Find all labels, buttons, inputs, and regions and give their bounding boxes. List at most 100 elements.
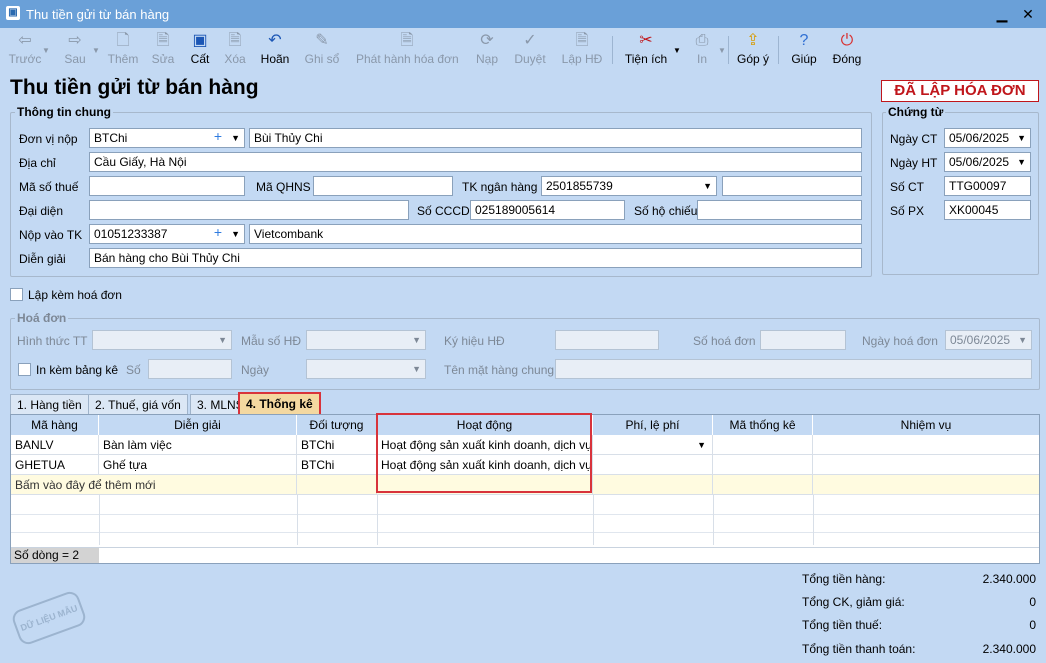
add-row-label[interactable]: Bấm vào đây để thêm mới (11, 475, 297, 495)
cell-object[interactable]: BTChi (297, 455, 377, 475)
list-no-input[interactable] (148, 359, 232, 379)
invoice-template-select[interactable]: ▼ (306, 330, 426, 350)
print-button[interactable]: ⎙ In (688, 30, 716, 70)
add-button[interactable]: 🗋 Thêm (106, 30, 140, 70)
edit-button[interactable]: 🗎 Sửa (150, 30, 176, 70)
cell-fee[interactable] (593, 455, 713, 475)
bank-account-select[interactable]: 2501855739 ▼ (541, 176, 717, 196)
close-button[interactable]: ⏻ Đóng (830, 30, 864, 70)
print-list-checkbox[interactable] (18, 363, 31, 376)
tax-code-input[interactable] (89, 176, 245, 196)
total-payment-label: Tổng tiền thanh toán: (802, 642, 916, 656)
printer-icon: ⎙ (695, 32, 709, 49)
date-ht-input[interactable]: 05/06/2025 ▼ (944, 152, 1031, 172)
plus-icon[interactable]: + (214, 225, 222, 239)
deposit-bank-input[interactable]: Vietcombank (249, 224, 862, 244)
delete-button[interactable]: 🗎 Xóa (220, 30, 250, 70)
undo-button[interactable]: ↶ Hoãn (258, 30, 292, 70)
invoice-date-input[interactable]: 05/06/2025 ▼ (945, 330, 1032, 350)
toolbar: ⇦ Trước ▼ ⇨ Sau ▼ 🗋 Thêm 🗎 Sửa ▣ Cất 🗎 Xóa ↶ Ho… (0, 28, 1046, 72)
page-title: Thu tiền gửi từ bán hàng (10, 76, 259, 99)
feedback-button[interactable]: ⇪ Góp ý (736, 30, 770, 70)
qhns-input[interactable] (313, 176, 453, 196)
close-window-button[interactable]: ✕ (1016, 4, 1040, 24)
column-header[interactable]: Nhiệm vụ (813, 415, 1039, 435)
column-header[interactable]: Phí, lệ phí (593, 415, 713, 435)
chevron-down-icon[interactable]: ▼ (231, 227, 240, 241)
chevron-down-icon[interactable]: ▼ (1017, 131, 1026, 145)
chevron-down-icon[interactable]: ▼ (412, 362, 421, 376)
prev-button[interactable]: ⇦ Trước (8, 30, 42, 70)
issue-invoice-button[interactable]: 🗎 Phát hành hóa đơn (356, 30, 459, 70)
total-discount-value: 0 (1029, 595, 1036, 609)
chevron-down-icon[interactable]: ▼ (673, 46, 681, 55)
cell-stat-code[interactable] (713, 435, 813, 455)
date-ct-input[interactable]: 05/06/2025 ▼ (944, 128, 1031, 148)
cell-desc[interactable]: Ghế tựa (99, 455, 297, 475)
tax-code-label: Mã số thuế (19, 180, 79, 194)
general-info-title: Thông tin chung (15, 105, 113, 119)
payment-method-select[interactable]: ▼ (92, 330, 232, 350)
payer-code-input[interactable]: BTChi + ▼ (89, 128, 245, 148)
attach-invoice-checkbox[interactable] (10, 288, 23, 301)
invoice-icon: 🗎 (400, 32, 414, 49)
empty-cell (297, 475, 377, 495)
chevron-down-icon[interactable]: ▼ (1018, 333, 1027, 347)
utilities-button[interactable]: ✂ Tiện ích (622, 30, 670, 70)
cell-code[interactable]: GHETUA (11, 455, 99, 475)
tab-items[interactable]: 1. Hàng tiền (10, 394, 89, 414)
chevron-down-icon[interactable]: ▼ (1017, 155, 1026, 169)
chevron-down-icon[interactable]: ▼ (218, 333, 227, 347)
address-input[interactable]: Cầu Giấy, Hà Nội (89, 152, 862, 172)
undo-icon: ↶ (268, 32, 282, 49)
tab-tax-cost[interactable]: 2. Thuế, giá vốn (88, 394, 188, 414)
list-date-select[interactable]: ▼ (306, 359, 426, 379)
next-button[interactable]: ⇨ Sau (60, 30, 90, 70)
column-header[interactable]: Đối tượng (297, 415, 377, 435)
minimize-button[interactable]: ▁ (990, 4, 1014, 24)
export-no-input[interactable]: XK00045 (944, 200, 1031, 220)
tab-statistics[interactable]: 4. Thống kê (238, 392, 321, 416)
post-button[interactable]: ✎ Ghi sổ (304, 30, 340, 70)
payment-method-label: Hình thức TT (17, 334, 88, 348)
chevron-down-icon[interactable]: ▼ (92, 46, 100, 55)
cell-object[interactable]: BTChi (297, 435, 377, 455)
reload-button[interactable]: ⟳ Nạp (472, 30, 502, 70)
cell-desc[interactable]: Bàn làm việc (99, 435, 297, 455)
list-date-label: Ngày (241, 363, 270, 377)
cccd-input[interactable]: 025189005614 (470, 200, 625, 220)
invoice-number-input[interactable] (760, 330, 846, 350)
chevron-down-icon[interactable]: ▼ (412, 333, 421, 347)
cell-stat-code[interactable] (713, 455, 813, 475)
save-button[interactable]: ▣ Cất (186, 30, 214, 70)
invoice-symbol-input[interactable] (555, 330, 659, 350)
payer-name-input[interactable]: Bùi Thủy Chi (249, 128, 862, 148)
column-header[interactable]: Diễn giải (99, 415, 297, 435)
bank-account-label: TK ngân hàng (462, 180, 538, 194)
goods-name-input[interactable] (555, 359, 1032, 379)
cell-fee[interactable]: ▼ (593, 435, 713, 455)
cell-task[interactable] (813, 435, 1039, 455)
help-button[interactable]: ? Giúp (788, 30, 820, 70)
chevron-down-icon[interactable]: ▼ (231, 131, 240, 145)
bank-name-input[interactable] (722, 176, 862, 196)
make-invoice-button[interactable]: 🗎 Lập HĐ (560, 30, 604, 70)
description-input[interactable]: Bán hàng cho Bùi Thủy Chi (89, 248, 862, 268)
chevron-down-icon[interactable]: ▼ (703, 179, 712, 193)
column-header[interactable]: Mã hàng (11, 415, 99, 435)
voucher-no-input[interactable]: TTG00097 (944, 176, 1031, 196)
representative-input[interactable] (89, 200, 409, 220)
cell-task[interactable] (813, 455, 1039, 475)
chevron-down-icon[interactable]: ▼ (718, 46, 726, 55)
invoice-date-label: Ngày hoá đơn (862, 334, 938, 348)
approve-button[interactable]: ✓ Duyệt (512, 30, 548, 70)
chevron-down-icon[interactable]: ▼ (697, 435, 706, 454)
column-header[interactable]: Mã thống kê (713, 415, 813, 435)
passport-label: Số hộ chiếu (634, 204, 698, 218)
address-label: Địa chỉ (19, 156, 56, 170)
chevron-down-icon[interactable]: ▼ (42, 46, 50, 55)
deposit-account-select[interactable]: 01051233387 + ▼ (89, 224, 245, 244)
passport-input[interactable] (697, 200, 862, 220)
plus-icon[interactable]: + (214, 129, 222, 143)
cell-code[interactable]: BANLV (11, 435, 99, 455)
